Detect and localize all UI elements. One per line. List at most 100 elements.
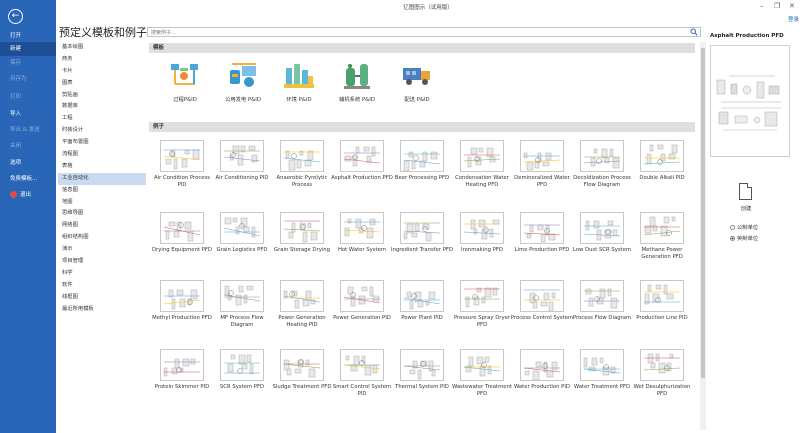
category-item[interactable]: 工程 (58, 113, 146, 125)
example-card[interactable]: Water Production PID (510, 349, 574, 391)
example-card[interactable]: Wet Desulphurization PFD (630, 349, 694, 398)
example-card[interactable]: Grain Storage Drying (270, 212, 334, 254)
category-item[interactable]: 商务 (58, 54, 146, 66)
example-card[interactable]: Sludge Treatment PFD (270, 349, 334, 391)
example-card[interactable]: Protein Skimmer PID (150, 349, 214, 391)
template-card[interactable]: 配送 P&ID (387, 58, 447, 103)
example-card[interactable]: Ingredient Transfer PFD (390, 212, 454, 254)
search-input[interactable]: 搜索例子... (147, 27, 701, 37)
example-card[interactable]: Anaerobic Pyrolytic Process (270, 140, 334, 189)
sidebar-item[interactable]: 新建 (0, 42, 56, 56)
template-card[interactable]: 环境 P&ID (269, 58, 329, 103)
category-item[interactable]: 图表 (58, 78, 146, 90)
example-thumbnail (460, 212, 504, 244)
sidebar-item[interactable]: 导出 & 发送 (0, 123, 56, 137)
minimize-icon[interactable]: – (760, 2, 764, 10)
sidebar-item[interactable]: 保存 (0, 56, 56, 70)
back-arrow-icon[interactable]: ← (8, 9, 23, 24)
unit-radio[interactable]: 公制单位 (730, 223, 758, 231)
example-label: Grain Logistics PFD (216, 247, 268, 253)
category-item[interactable]: 基本绘图 (58, 42, 146, 54)
sidebar-item[interactable]: 导入 (0, 107, 56, 121)
category-item[interactable]: 剪贴画 (58, 90, 146, 102)
sidebar-item[interactable]: 另存为 (0, 72, 56, 86)
category-item[interactable]: 线框图 (58, 292, 146, 304)
example-card[interactable]: Double Alkali PID (630, 140, 694, 182)
category-item[interactable]: 演示 (58, 244, 146, 256)
category-item[interactable]: 科学 (58, 268, 146, 280)
example-thumbnail (340, 280, 384, 312)
example-card[interactable]: Power Generation PID (330, 280, 394, 322)
example-card[interactable]: Production Line PID (630, 280, 694, 322)
example-card[interactable]: Air Condition Process PID (150, 140, 214, 189)
category-item[interactable]: 时装设计 (58, 125, 146, 137)
example-card[interactable]: Air Conditioning PID (210, 140, 274, 182)
category-item[interactable]: 工业自动化 (58, 172, 146, 185)
example-card[interactable]: Demineralized Water PFD (510, 140, 574, 189)
close-icon[interactable]: ✕ (789, 2, 795, 10)
template-card[interactable]: 辅机系统 P&ID (327, 58, 387, 103)
sidebar-item[interactable]: 免费模板... (0, 172, 56, 186)
example-card[interactable]: Thermal System PID (390, 349, 454, 391)
category-item[interactable]: 地图 (58, 197, 146, 209)
login-link[interactable]: 登录 (788, 15, 799, 23)
example-card[interactable]: Process Control System (510, 280, 574, 322)
example-label: Methane Power Generation PFD (641, 247, 683, 260)
sidebar-item[interactable]: 打开 (0, 29, 56, 43)
category-item[interactable]: 流程图 (58, 149, 146, 161)
sidebar-item[interactable]: 打印 (0, 90, 56, 104)
example-card[interactable]: Water Treatment PFD (570, 349, 634, 391)
example-card[interactable]: Smart Control System PID (330, 349, 394, 398)
search-icon[interactable] (690, 28, 698, 36)
gallery-scrollbar[interactable] (700, 42, 706, 430)
example-card[interactable]: Decoldization Process Flow Diagram (570, 140, 634, 189)
example-card[interactable]: Grain Logistics PFD (210, 212, 274, 254)
example-card[interactable]: SCR System PFD (210, 349, 274, 391)
template-card[interactable]: 公用发电 P&ID (213, 58, 273, 103)
example-card[interactable]: Ironmaking PFD (450, 212, 514, 254)
category-item[interactable]: 最近所用模板 (58, 304, 146, 316)
category-item[interactable]: 组织结构图 (58, 232, 146, 244)
example-thumbnail (580, 349, 624, 381)
category-item[interactable]: 项目管理 (58, 256, 146, 268)
exit-icon (10, 191, 17, 198)
category-item[interactable]: 数据库 (58, 101, 146, 113)
example-label: Drying Equipment PFD (151, 247, 213, 253)
example-card[interactable]: Power Generation Heating PID (270, 280, 334, 329)
sidebar-item[interactable]: 选项 (0, 156, 56, 170)
example-card[interactable]: Wastewater Treatment PFD (450, 349, 514, 398)
example-card[interactable]: Low Dust SCR System (570, 212, 634, 254)
example-card[interactable]: Lime Production PFD (510, 212, 574, 254)
scrollbar-thumb[interactable] (701, 48, 705, 378)
example-label: Thermal System PID (395, 384, 449, 390)
sidebar-item[interactable]: 关闭 (0, 139, 56, 153)
example-label: Pressure Spray Dryer PFD (453, 315, 511, 328)
example-card[interactable]: Power Plant PID (390, 280, 454, 322)
example-card[interactable]: Methane Power Generation PFD (630, 212, 694, 261)
backstage-sidebar: ← 打开 新建 保存另存为打印导入导出 & 发送 关闭选项免费模板... 退出 (0, 0, 56, 433)
create-button[interactable]: 创建 (731, 180, 761, 218)
process-pid-icon (168, 58, 202, 92)
category-item[interactable]: 网络图 (58, 220, 146, 232)
category-item[interactable]: 平面布置图 (58, 137, 146, 149)
example-card[interactable]: Beer Processing PFD (390, 140, 454, 182)
example-card[interactable]: Hot Water System (330, 212, 394, 254)
radio-circle-icon (730, 236, 735, 241)
example-card[interactable]: Drying Equipment PFD (150, 212, 214, 254)
example-card[interactable]: Methyl Production PFD (150, 280, 214, 322)
example-card[interactable]: Pressure Spray Dryer PFD (450, 280, 514, 329)
example-card[interactable]: MF Process Flow Diagram (210, 280, 274, 329)
unit-radio[interactable]: 英制单位 (730, 234, 758, 242)
category-item[interactable]: 信息图 (58, 185, 146, 197)
example-card[interactable]: Asphalt Production PFD (330, 140, 394, 182)
category-item[interactable]: 软件 (58, 280, 146, 292)
example-thumbnail (580, 280, 624, 312)
category-item[interactable]: 表格 (58, 161, 146, 173)
restore-icon[interactable]: ❐ (774, 2, 780, 10)
template-card[interactable]: 过程P&ID (155, 58, 215, 103)
example-card[interactable]: Condensation Water Heating PFD (450, 140, 514, 189)
category-item[interactable]: 思维导图 (58, 208, 146, 220)
example-card[interactable]: Process Flow Diagram (570, 280, 634, 322)
category-item[interactable]: 卡片 (58, 66, 146, 78)
sidebar-item[interactable]: 退出 (0, 188, 56, 202)
